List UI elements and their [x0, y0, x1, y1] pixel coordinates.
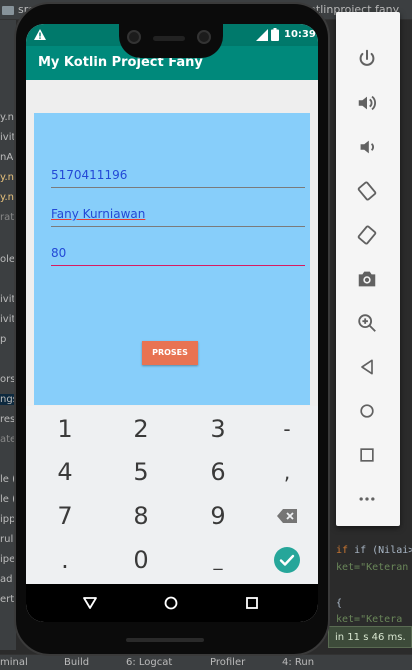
camera-icon	[358, 271, 376, 287]
rotate-left-button[interactable]	[352, 176, 382, 206]
key-period[interactable]: .	[30, 540, 100, 580]
code-line: ket="Keteran	[336, 562, 409, 573]
tab-build[interactable]: Build	[64, 657, 89, 668]
battery-icon	[271, 28, 279, 41]
build-notification[interactable]: in 11 s 46 ms.	[328, 626, 412, 648]
key-7[interactable]: 7	[30, 496, 100, 536]
key-4[interactable]: 4	[30, 452, 100, 492]
app-content: 5170411196 Fany Kurniawan 80 PROSES	[26, 80, 318, 406]
home-icon	[360, 404, 374, 418]
key-9[interactable]: 9	[183, 496, 253, 536]
code-line: ket="Ketera	[336, 614, 403, 625]
ide-bottom-toolbar: minal Build 6: Logcat Profiler 4: Run	[0, 654, 412, 670]
front-camera-icon	[127, 30, 141, 44]
volume-up-button[interactable]	[352, 88, 382, 118]
tab-profiler[interactable]: Profiler	[210, 657, 245, 668]
tab-run[interactable]: 4: Run	[282, 657, 314, 668]
rotate-right-button[interactable]	[352, 220, 382, 250]
key-1[interactable]: 1	[30, 409, 100, 449]
key-8[interactable]: 8	[106, 496, 176, 536]
key-underscore[interactable]: _	[183, 540, 253, 580]
volume-down-icon	[360, 140, 374, 154]
code-line: if if (Nilai>=	[336, 545, 412, 556]
nav-overview-icon	[246, 597, 258, 609]
proses-button[interactable]: PROSES	[142, 341, 198, 365]
tab-logcat[interactable]: 6: Logcat	[126, 657, 172, 668]
key-5[interactable]: 5	[106, 452, 176, 492]
key-2[interactable]: 2	[106, 409, 176, 449]
status-time: 10:39	[284, 29, 316, 40]
front-camera-icon	[197, 30, 211, 44]
back-button[interactable]	[352, 352, 382, 382]
key-0[interactable]: 0	[106, 540, 176, 580]
code-line: {	[336, 598, 343, 609]
phone-notch	[119, 20, 223, 58]
backspace-icon	[277, 509, 297, 523]
rotate-right-icon	[357, 225, 377, 245]
volume-up-icon	[358, 95, 376, 111]
name-input[interactable]: Fany Kurniawan	[51, 207, 305, 227]
form-card: 5170411196 Fany Kurniawan 80 PROSES	[34, 113, 310, 405]
numeric-keyboard: 1 2 3 - 4 5 6 , 7 8 9 . 0 _	[26, 406, 318, 584]
more-icon	[359, 497, 375, 501]
more-button[interactable]	[352, 484, 382, 514]
overview-button[interactable]	[352, 440, 382, 470]
volume-down-button[interactable]	[352, 132, 382, 162]
power-icon	[359, 49, 375, 66]
zoom-button[interactable]	[352, 308, 382, 338]
folder-icon	[2, 5, 14, 15]
back-icon	[361, 359, 373, 375]
done-key[interactable]	[252, 540, 318, 580]
nim-input[interactable]: 5170411196	[51, 168, 305, 188]
bottom-speaker	[126, 638, 204, 642]
warning-icon	[34, 29, 46, 40]
tab-terminal[interactable]: minal	[0, 657, 28, 668]
nav-back-button[interactable]	[80, 593, 100, 613]
rotate-left-icon	[357, 181, 377, 201]
screenshot-button[interactable]	[352, 264, 382, 294]
key-6[interactable]: 6	[183, 452, 253, 492]
nav-overview-button[interactable]	[242, 593, 262, 613]
name-input-value: Fany Kurniawan	[51, 207, 146, 221]
power-button[interactable]	[352, 44, 382, 74]
key-minus[interactable]: -	[252, 409, 318, 449]
key-3[interactable]: 3	[183, 409, 253, 449]
score-input[interactable]: 80	[51, 246, 305, 266]
overview-icon	[360, 448, 374, 462]
nav-back-icon	[83, 597, 97, 609]
backspace-key[interactable]	[252, 496, 318, 536]
zoom-icon	[358, 314, 376, 332]
phone-screen: 10:39 My Kotlin Project Fany 5170411196 …	[26, 24, 318, 622]
nav-home-button[interactable]	[161, 593, 181, 613]
nav-home-icon	[164, 596, 178, 610]
key-comma[interactable]: ,	[252, 452, 318, 492]
navigation-bar	[26, 584, 318, 622]
earpiece-speaker	[153, 36, 185, 41]
check-icon	[274, 547, 300, 573]
emulator-toolbar	[336, 12, 400, 526]
home-button[interactable]	[352, 396, 382, 426]
signal-icon	[256, 29, 268, 41]
